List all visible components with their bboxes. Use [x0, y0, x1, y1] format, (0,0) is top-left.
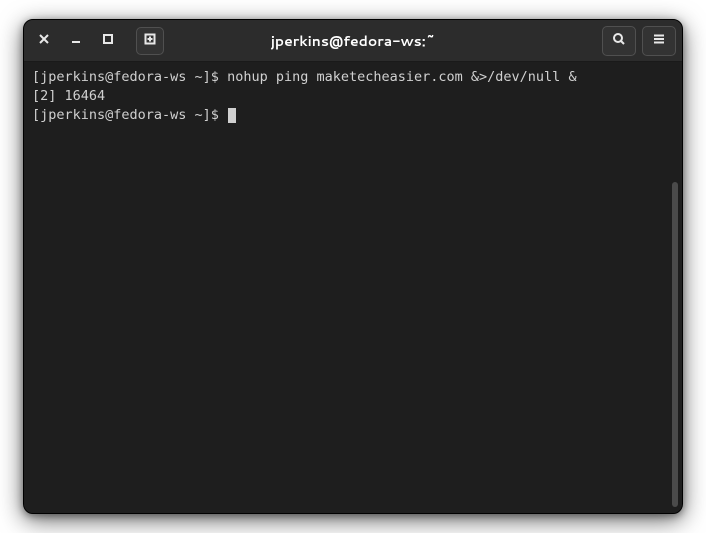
minimize-icon: [69, 32, 83, 50]
menu-button[interactable]: [642, 26, 676, 56]
window-title: jperkins@fedora-ws:~: [108, 31, 598, 51]
close-button[interactable]: [30, 27, 58, 55]
prompt: [jperkins@fedora-ws ~]$: [32, 69, 227, 85]
terminal-line: [jperkins@fedora-ws ~]$: [32, 106, 674, 125]
close-icon: [37, 32, 51, 50]
terminal-window: jperkins@fedora-ws:~ [jperkins@fedora-ws…: [23, 19, 683, 514]
terminal-body[interactable]: [jperkins@fedora-ws ~]$ nohup ping maket…: [24, 62, 682, 513]
minimize-button[interactable]: [62, 27, 90, 55]
command-text: nohup ping maketecheasier.com &>/dev/nul…: [227, 69, 577, 85]
search-button[interactable]: [602, 26, 636, 56]
output-text: [2] 16464: [32, 88, 105, 104]
terminal-line: [jperkins@fedora-ws ~]$ nohup ping maket…: [32, 68, 674, 87]
search-icon: [612, 31, 626, 50]
scrollbar[interactable]: [672, 182, 678, 507]
hamburger-icon: [652, 31, 666, 50]
titlebar: jperkins@fedora-ws:~: [24, 20, 682, 62]
cursor-icon: [228, 108, 236, 123]
terminal-line: [2] 16464: [32, 87, 674, 106]
prompt: [jperkins@fedora-ws ~]$: [32, 107, 227, 123]
